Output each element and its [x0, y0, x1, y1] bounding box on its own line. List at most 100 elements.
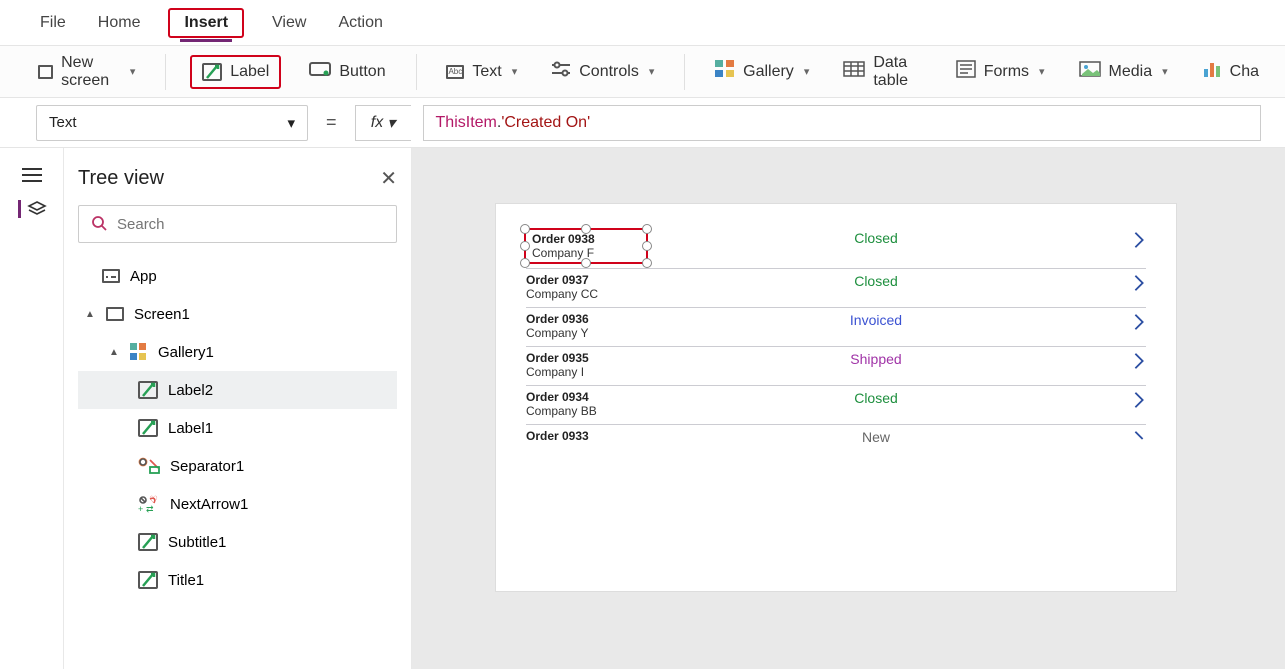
label-icon [138, 571, 158, 589]
tree-node[interactable]: Label2 [78, 371, 397, 409]
tab-view[interactable]: View [268, 6, 310, 40]
item-title: Order 0936 [526, 312, 646, 326]
selection-handles[interactable] [524, 228, 648, 264]
main-area: Tree view ✕ App ▲ Screen1 [0, 148, 1285, 669]
separator-icon [138, 457, 160, 475]
tree-node-app[interactable]: App [78, 257, 397, 295]
list-item[interactable]: Order 0935Company IShipped [526, 347, 1146, 386]
label-icon [138, 533, 158, 551]
divider [416, 54, 417, 90]
chevron-down-icon: ▾ [1039, 65, 1045, 78]
chevron-down-icon: ▾ [649, 65, 655, 78]
text-icon: Abc [446, 65, 464, 79]
media-label: Media [1109, 63, 1153, 81]
list-item[interactable]: Order 0936Company YInvoiced [526, 308, 1146, 347]
next-arrow-icon[interactable] [1106, 390, 1146, 410]
list-item[interactable]: Order 0938Company FClosed [526, 226, 1146, 269]
tree-node-gallery1[interactable]: ▲ Gallery1 [78, 333, 397, 371]
app-preview: Order 0938Company FClosedOrder 0937Compa… [496, 204, 1176, 591]
formula-token-property: 'Created On' [501, 114, 590, 132]
controls-dropdown[interactable]: Controls ▾ [545, 55, 660, 88]
button-label: Button [339, 63, 385, 81]
gallery-icon [715, 60, 735, 83]
text-label: Text [472, 63, 501, 81]
tree-node[interactable]: Title1 [78, 561, 397, 599]
search-icon [91, 215, 107, 234]
forms-icon [956, 60, 976, 83]
next-arrow-icon[interactable] [1106, 312, 1146, 332]
label-icon [138, 381, 158, 399]
item-status: Closed [646, 230, 1106, 246]
next-arrow-icon[interactable] [1106, 429, 1146, 449]
property-dropdown[interactable]: Text ▾ [36, 105, 308, 141]
gallery-dropdown[interactable]: Gallery ▾ [709, 54, 815, 89]
chevron-down-icon: ▾ [512, 65, 518, 78]
text-dropdown[interactable]: Abc Text ▾ [440, 57, 523, 87]
screen-icon [38, 65, 53, 79]
tab-insert[interactable]: Insert [180, 6, 232, 42]
tree-label: Subtitle1 [168, 534, 226, 551]
tree-node[interactable]: Label1 [78, 409, 397, 447]
chevron-down-icon: ▾ [804, 65, 810, 78]
collapse-icon[interactable]: ▲ [84, 309, 96, 320]
chart-icon [1202, 60, 1222, 83]
item-status: Shipped [646, 351, 1106, 367]
svg-text:+: + [138, 504, 143, 513]
formula-token-thisitem: ThisItem [436, 114, 497, 132]
highlight-insert: Insert [168, 8, 244, 38]
item-title: Order 0934 [526, 390, 646, 404]
gallery-list: Order 0938Company FClosedOrder 0937Compa… [526, 226, 1146, 455]
canvas[interactable]: Order 0938Company FClosedOrder 0937Compa… [412, 148, 1285, 669]
tree-node[interactable]: Subtitle1 [78, 523, 397, 561]
search-input[interactable] [117, 216, 384, 233]
divider [684, 54, 685, 90]
tree-label: App [130, 268, 157, 285]
item-subtitle: Company I [526, 365, 646, 379]
item-title: Order 0933 [526, 429, 646, 443]
formula-input[interactable]: ThisItem.'Created On' [423, 105, 1261, 141]
tab-action[interactable]: Action [334, 6, 386, 40]
item-status: Closed [646, 273, 1106, 289]
divider [165, 54, 166, 90]
tree-view-icon[interactable] [18, 200, 40, 218]
forms-dropdown[interactable]: Forms ▾ [950, 54, 1051, 89]
tree-label: Label1 [168, 420, 213, 437]
tree-node[interactable]: Separator1 [78, 447, 397, 485]
charts-dropdown[interactable]: Cha [1196, 54, 1265, 89]
new-screen-button[interactable]: New screen ▾ [32, 48, 141, 96]
close-icon[interactable]: ✕ [380, 166, 397, 191]
list-item[interactable]: Order 0934Company BBClosed [526, 386, 1146, 425]
tree-node[interactable]: +⇄♡NextArrow1 [78, 485, 397, 523]
data-table-label: Data table [873, 54, 921, 90]
item-status: New [646, 429, 1106, 445]
hamburger-icon[interactable] [22, 168, 42, 182]
label-icon [202, 63, 222, 81]
left-rail [0, 148, 64, 669]
label-button[interactable]: Label [190, 55, 281, 89]
next-arrow-icon[interactable] [1106, 230, 1146, 250]
tab-home[interactable]: Home [94, 6, 145, 40]
button-button[interactable]: Button [303, 54, 391, 89]
list-item[interactable]: Order 0933New [526, 425, 1146, 455]
media-dropdown[interactable]: Media ▾ [1073, 55, 1174, 88]
formula-bar: Text ▾ = fx ▾ ThisItem.'Created On' [0, 98, 1285, 148]
list-item[interactable]: Order 0937Company CCClosed [526, 269, 1146, 308]
tree-label: Label2 [168, 382, 213, 399]
table-icon [843, 61, 865, 82]
data-table-button[interactable]: Data table [837, 48, 927, 96]
new-screen-label: New screen [61, 54, 120, 90]
next-arrow-icon[interactable] [1106, 273, 1146, 293]
nextarrow-icon: +⇄♡ [138, 495, 160, 513]
item-title: Order 0935 [526, 351, 646, 365]
tree-label: Title1 [168, 572, 204, 589]
item-subtitle: Company Y [526, 326, 646, 340]
next-arrow-icon[interactable] [1106, 351, 1146, 371]
tree-view-panel: Tree view ✕ App ▲ Screen1 [64, 148, 412, 669]
label-icon [138, 419, 158, 437]
collapse-icon[interactable]: ▲ [108, 347, 120, 358]
fx-button[interactable]: fx ▾ [355, 105, 411, 141]
search-box[interactable] [78, 205, 397, 243]
tree-node-screen1[interactable]: ▲ Screen1 [78, 295, 397, 333]
item-subtitle: Company BB [526, 404, 646, 418]
tab-file[interactable]: File [36, 6, 70, 40]
